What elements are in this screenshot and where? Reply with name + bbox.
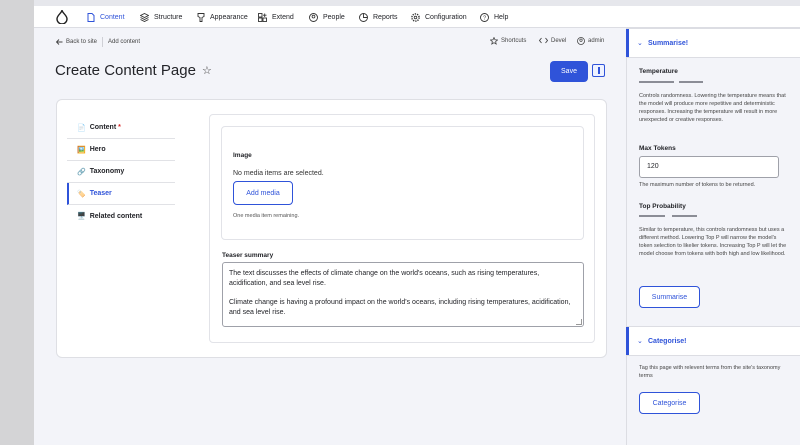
image-empty-text: No media items are selected. xyxy=(233,170,324,177)
teaser-summary-label: Teaser summary xyxy=(222,252,274,259)
devel-label: Devel xyxy=(551,37,567,44)
tab-teaser[interactable]: 🏷️ Teaser xyxy=(67,183,175,205)
sidebar-toggle-icon[interactable] xyxy=(592,64,605,77)
picture-icon: 🖼️ xyxy=(77,146,86,154)
extend-icon xyxy=(258,12,267,22)
shortcuts-label: Shortcuts xyxy=(501,38,527,44)
help-icon: ? xyxy=(480,12,489,22)
temperature-description: Controls randomness. Lowering the temper… xyxy=(639,93,786,123)
top-p-slider-track[interactable] xyxy=(639,215,665,217)
tab-content-label: Content xyxy=(89,124,117,131)
toolbar-reports-label: Reports xyxy=(373,13,398,21)
document-icon: 📄 xyxy=(77,124,86,132)
image-remaining-text: One media item remaining. xyxy=(233,213,300,219)
toolbar-extend[interactable]: Extend xyxy=(258,6,294,28)
toolbar-structure[interactable]: Structure xyxy=(140,6,182,28)
back-arrow-icon xyxy=(56,39,63,45)
vertical-tabs: 📄 Content * 🖼️ Hero 🔗 Taxonomy 🏷️ Teaser… xyxy=(67,117,175,227)
monitor-icon: 🖥️ xyxy=(77,213,86,220)
max-tokens-input[interactable]: 120 xyxy=(639,156,779,178)
tab-related-content[interactable]: 🖥️ Related content xyxy=(67,205,175,227)
tab-related-content-label: Related content xyxy=(89,212,143,220)
resize-handle-icon[interactable] xyxy=(576,319,582,325)
tab-content[interactable]: 📄 Content * xyxy=(67,117,175,139)
favorite-star-icon[interactable]: ☆ xyxy=(202,64,212,77)
max-tokens-label: Max Tokens xyxy=(639,145,676,152)
tag-icon: 🏷️ xyxy=(77,190,86,198)
page-title-row: Create Content Page ☆ xyxy=(55,62,212,79)
star-outline-icon xyxy=(490,37,498,45)
toolbar-configuration[interactable]: Configuration xyxy=(411,6,467,28)
top-probability-label: Top Probability xyxy=(639,203,686,210)
shortcuts-link[interactable]: Shortcuts xyxy=(490,37,526,45)
teaser-paragraph-1: The text discusses the effects of climat… xyxy=(229,270,540,287)
chevron-down-icon: ⌄ xyxy=(637,40,643,47)
back-to-site-link[interactable]: Back to site xyxy=(66,39,97,45)
toolbar-people-label: People xyxy=(323,13,345,21)
code-icon xyxy=(539,37,548,44)
toolbar-appearance-label: Appearance xyxy=(210,13,248,21)
breadcrumb-current: Add content xyxy=(108,39,141,45)
toolbar-help[interactable]: ? Help xyxy=(480,6,508,28)
teaser-paragraph-2: Climate change is having a profound impa… xyxy=(229,299,571,316)
categorise-section-header[interactable]: ⌄ Categorise! xyxy=(626,326,800,356)
temperature-slider-track[interactable] xyxy=(639,81,674,83)
add-media-button[interactable]: Add media xyxy=(233,181,293,205)
svg-text:?: ? xyxy=(483,15,486,21)
admin-toolbar: Content Structure Appearance Extend Peop… xyxy=(34,6,800,28)
structure-icon xyxy=(140,12,149,22)
summarise-button[interactable]: Summarise xyxy=(639,286,700,308)
app-frame: Content Structure Appearance Extend Peop… xyxy=(34,0,800,445)
max-tokens-description: The maximum number of tokens to be retur… xyxy=(639,182,756,188)
summarise-heading: Summarise! xyxy=(648,40,689,47)
breadcrumb-divider xyxy=(102,37,104,47)
people-icon xyxy=(309,12,318,22)
categorise-button[interactable]: Categorise xyxy=(639,392,700,414)
categorise-description: Tag this page with relevent terms from t… xyxy=(639,365,781,379)
devel-link[interactable]: Devel xyxy=(539,37,566,44)
toolbar-content-label: Content xyxy=(100,13,125,21)
link-icon: 🔗 xyxy=(77,168,86,176)
temperature-slider-track-2[interactable] xyxy=(679,81,703,83)
tab-teaser-label: Teaser xyxy=(89,190,112,197)
breadcrumb: Back to site Add content xyxy=(56,37,140,47)
top-p-slider-track-2[interactable] xyxy=(672,215,697,217)
toolbar-extend-label: Extend xyxy=(272,13,294,21)
teaser-summary-textarea[interactable]: The text discusses the effects of climat… xyxy=(222,262,584,327)
tab-hero[interactable]: 🖼️ Hero xyxy=(67,139,175,161)
user-menu[interactable]: admin xyxy=(577,37,604,45)
save-button[interactable]: Save xyxy=(550,61,588,82)
summarise-section-header[interactable]: ⌄ Summarise! xyxy=(626,28,800,58)
gear-icon xyxy=(411,12,420,22)
user-name: admin xyxy=(588,38,605,44)
content-icon xyxy=(87,12,95,22)
top-probability-description: Similar to temperature, this controls ra… xyxy=(639,227,787,257)
appearance-icon xyxy=(197,12,205,22)
toolbar-appearance[interactable]: Appearance xyxy=(197,6,248,28)
required-marker: * xyxy=(118,124,121,131)
toolbar-content[interactable]: Content xyxy=(87,6,125,28)
categorise-heading: Categorise! xyxy=(648,338,687,345)
toolbar-structure-label: Structure xyxy=(154,13,183,21)
toolbar-people[interactable]: People xyxy=(309,6,345,28)
reports-icon xyxy=(359,12,368,22)
toolbar-help-label: Help xyxy=(494,13,509,21)
temperature-label: Temperature xyxy=(639,68,678,75)
chevron-down-icon: ⌄ xyxy=(637,338,643,345)
page-title: Create Content Page xyxy=(55,62,196,79)
tab-hero-label: Hero xyxy=(89,146,106,153)
tab-taxonomy-label: Taxonomy xyxy=(89,168,125,175)
user-icon xyxy=(577,37,585,45)
image-field-label: Image xyxy=(233,152,252,159)
drupal-logo-icon[interactable] xyxy=(56,10,68,24)
toolbar-reports[interactable]: Reports xyxy=(359,6,398,28)
toolbar-configuration-label: Configuration xyxy=(425,13,467,21)
tab-taxonomy[interactable]: 🔗 Taxonomy xyxy=(67,161,175,183)
